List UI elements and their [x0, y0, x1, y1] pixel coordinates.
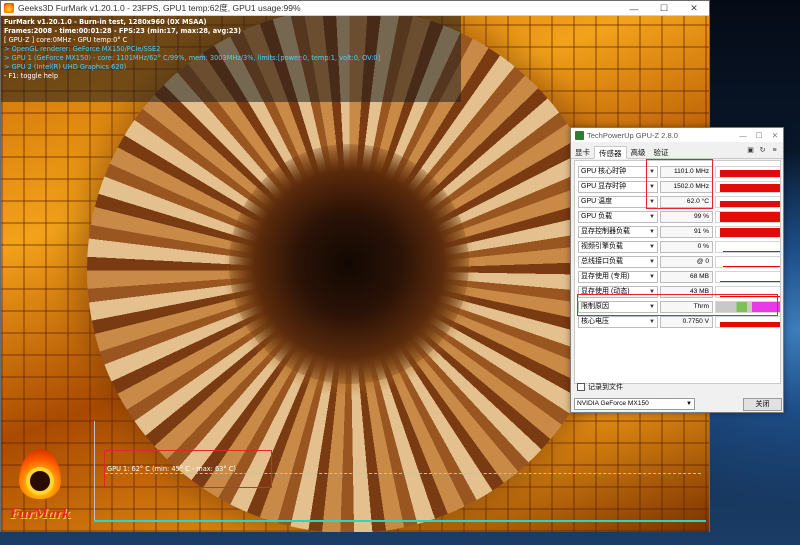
sensor-row: 视频引擎负载 ▼ 0 % — [578, 240, 780, 253]
sensor-value: 0.7750 V — [660, 315, 713, 328]
highlight-box-temp-graph — [104, 450, 272, 488]
sensor-label-dropdown[interactable]: 总线接口负载 ▼ — [578, 255, 658, 268]
sensor-label-dropdown[interactable]: 显存使用 (专用) ▼ — [578, 270, 658, 283]
sensor-graph — [715, 210, 780, 223]
tab-advanced[interactable]: 高级 — [627, 146, 650, 159]
furmark-title: Geeks3D FurMark v1.20.1.0 - 23FPS, GPU1 … — [18, 3, 301, 13]
sensor-value: 91 % — [660, 225, 713, 238]
furmark-titlebar[interactable]: Geeks3D FurMark v1.20.1.0 - 23FPS, GPU1 … — [1, 1, 709, 16]
donut-icon — [26, 467, 54, 495]
overlay-line-frames: Frames:2008 - time:00:01:28 - FPS:23 (mi… — [4, 27, 242, 35]
gpuz-close-dialog-button[interactable]: 关闭 — [743, 398, 782, 411]
sensor-value: 0 % — [660, 240, 713, 253]
gpuz-minimize-button[interactable]: — — [735, 128, 751, 142]
highlight-box-clocks-temp — [646, 159, 713, 209]
sensor-graph-fill — [720, 280, 780, 282]
sensor-label: GPU 显存时钟 — [581, 182, 627, 190]
gpuz-titlebar[interactable]: TechPowerUp GPU-Z 2.8.0 — ☐ ✕ — [571, 128, 783, 142]
temperature-graph-baseline — [94, 520, 706, 522]
sensor-label: GPU 温度 — [581, 197, 613, 205]
minimize-button[interactable]: — — [619, 1, 649, 16]
sensor-graph-fill — [720, 211, 780, 222]
sensor-label: GPU 核心时钟 — [581, 167, 627, 175]
sensor-label: GPU 负载 — [581, 212, 613, 220]
sensor-label: 总线接口负载 — [581, 257, 623, 265]
furmark-app-icon — [4, 3, 14, 13]
sensor-graph — [715, 315, 780, 328]
overlay-line-renderer: > OpenGL renderer: GeForce MX150/PCIe/SS… — [4, 45, 161, 53]
gpu-select[interactable]: NVIDIA GeForce MX150 ▼ — [574, 398, 695, 410]
sensor-graph — [715, 165, 780, 178]
fur-donut-center — [229, 144, 469, 384]
sensor-label: 核心电压 — [581, 317, 609, 325]
gpuz-close-button[interactable]: ✕ — [767, 128, 783, 142]
sensor-label: 显存使用 (专用) — [581, 272, 630, 280]
sensor-row: 显存控制器负载 ▼ 91 % — [578, 225, 780, 238]
screen: Geeks3D FurMark v1.20.1.0 - 23FPS, GPU1 … — [0, 0, 800, 545]
sensor-graph — [715, 180, 780, 193]
chevron-down-icon: ▼ — [649, 243, 655, 250]
chevron-down-icon: ▼ — [686, 401, 692, 407]
sensor-graph — [715, 225, 780, 238]
gpuz-app-icon — [575, 130, 584, 140]
sensor-label: 显存控制器负载 — [581, 227, 630, 235]
chevron-down-icon: ▼ — [649, 228, 655, 235]
camera-icon[interactable]: ▣ — [746, 147, 755, 155]
sensor-graph-fill — [722, 265, 780, 267]
menu-icon[interactable]: ≡ — [770, 147, 779, 155]
sensor-graph — [715, 270, 780, 283]
overlay-line-gpu2: > GPU 2 (Intel(R) UHD Graphics 620) — [4, 63, 127, 71]
sensor-graph — [715, 195, 780, 208]
sensor-label-dropdown[interactable]: 显存控制器负载 ▼ — [578, 225, 658, 238]
sensor-label-dropdown[interactable]: 核心电压 ▼ — [578, 315, 658, 328]
sensor-row: 显存使用 (专用) ▼ 68 MB — [578, 270, 780, 283]
sensor-graph-fill — [720, 321, 780, 327]
overlay-line-gpuz: [ GPU-Z ] core:0MHz - GPU temp:0° C — [4, 36, 128, 44]
overlay-line-gpu1: > GPU 1 (GeForce MX150) - core: 1101MHz/… — [4, 54, 381, 62]
log-to-file-checkbox[interactable] — [577, 383, 585, 391]
sensor-label: 视频引擎负载 — [581, 242, 623, 250]
sensor-graph-fill — [722, 250, 780, 252]
sensor-value: @ 0 — [660, 255, 713, 268]
sensor-row: 总线接口负载 ▼ @ 0 — [578, 255, 780, 268]
sensor-label-dropdown[interactable]: GPU 负载 ▼ — [578, 210, 658, 223]
maximize-button[interactable]: ☐ — [649, 1, 679, 16]
sensor-value: 99 % — [660, 210, 713, 223]
highlight-box-limit-reason — [577, 294, 778, 316]
sensor-value: 68 MB — [660, 270, 713, 283]
chevron-down-icon: ▼ — [649, 258, 655, 265]
furmark-logo: FurMark — [5, 449, 75, 531]
tab-graphics-card[interactable]: 显卡 — [571, 146, 594, 159]
log-to-file[interactable]: 记录到文件 — [577, 382, 623, 392]
tab-sensors[interactable]: 传感器 — [594, 146, 627, 159]
sensor-graph — [715, 240, 780, 253]
sensor-graph-fill — [720, 183, 780, 192]
refresh-icon[interactable]: ↻ — [758, 147, 767, 155]
sensor-graph-fill — [720, 227, 780, 237]
sensor-graph-fill — [720, 169, 780, 177]
sensor-row: 核心电压 ▼ 0.7750 V — [578, 315, 780, 328]
gpuz-maximize-button[interactable]: ☐ — [751, 128, 767, 142]
chevron-down-icon: ▼ — [649, 213, 655, 220]
sensor-label-dropdown[interactable]: 视频引擎负载 ▼ — [578, 240, 658, 253]
gpuz-title: TechPowerUp GPU-Z 2.8.0 — [587, 130, 678, 140]
overlay-line-version: FurMark v1.20.1.0 - Burn-in test, 1280x9… — [4, 18, 207, 26]
gpu-select-value: NVIDIA GeForce MX150 — [577, 400, 649, 407]
overlay-line-help: - F1: toggle help — [4, 72, 59, 80]
chevron-down-icon: ▼ — [649, 273, 655, 280]
chevron-down-icon: ▼ — [649, 318, 655, 325]
furmark-logo-text: FurMark — [9, 507, 71, 522]
tab-validation[interactable]: 验证 — [650, 146, 673, 159]
log-to-file-label: 记录到文件 — [588, 384, 623, 391]
sensor-graph-fill — [720, 200, 780, 207]
sensor-row: GPU 负载 ▼ 99 % — [578, 210, 780, 223]
furmark-info-overlay: FurMark v1.20.1.0 - Burn-in test, 1280x9… — [1, 16, 461, 102]
sensor-graph — [715, 255, 780, 268]
close-button[interactable]: ✕ — [679, 1, 709, 16]
